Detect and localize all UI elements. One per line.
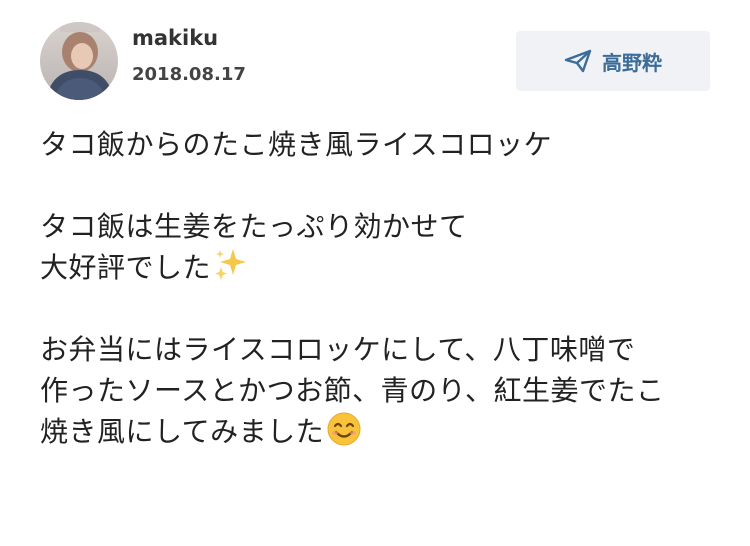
post-line: タコ飯は生姜をたっぷり効かせて [40, 210, 468, 243]
post-line-text: 焼き風にしてみました [40, 415, 325, 448]
paper-plane-icon [564, 49, 592, 73]
username[interactable]: makiku [132, 26, 218, 50]
post-line: 焼き風にしてみました [40, 411, 730, 452]
post-line-text: 大好評でした [40, 251, 212, 284]
send-button[interactable]: 高野粋 [516, 31, 710, 91]
send-button-label: 高野粋 [602, 50, 662, 75]
post-line: 作ったソースとかつお節、青のり、紅生姜でたこ [40, 374, 665, 407]
post-line: お弁当にはライスコロッケにして、八丁味噌で [40, 333, 636, 366]
post-date: 2018.08.17 [132, 64, 246, 85]
avatar[interactable] [40, 22, 118, 100]
smiling-face-emoji [326, 411, 362, 458]
post-line: タコ飯からのたこ焼き風ライスコロッケ [40, 128, 553, 161]
post-body: タコ飯からのたこ焼き風ライスコロッケ タコ飯は生姜をたっぷり効かせて 大好評でし… [40, 124, 730, 452]
post-line: 大好評でした [40, 247, 730, 288]
sparkles-emoji [213, 247, 247, 292]
